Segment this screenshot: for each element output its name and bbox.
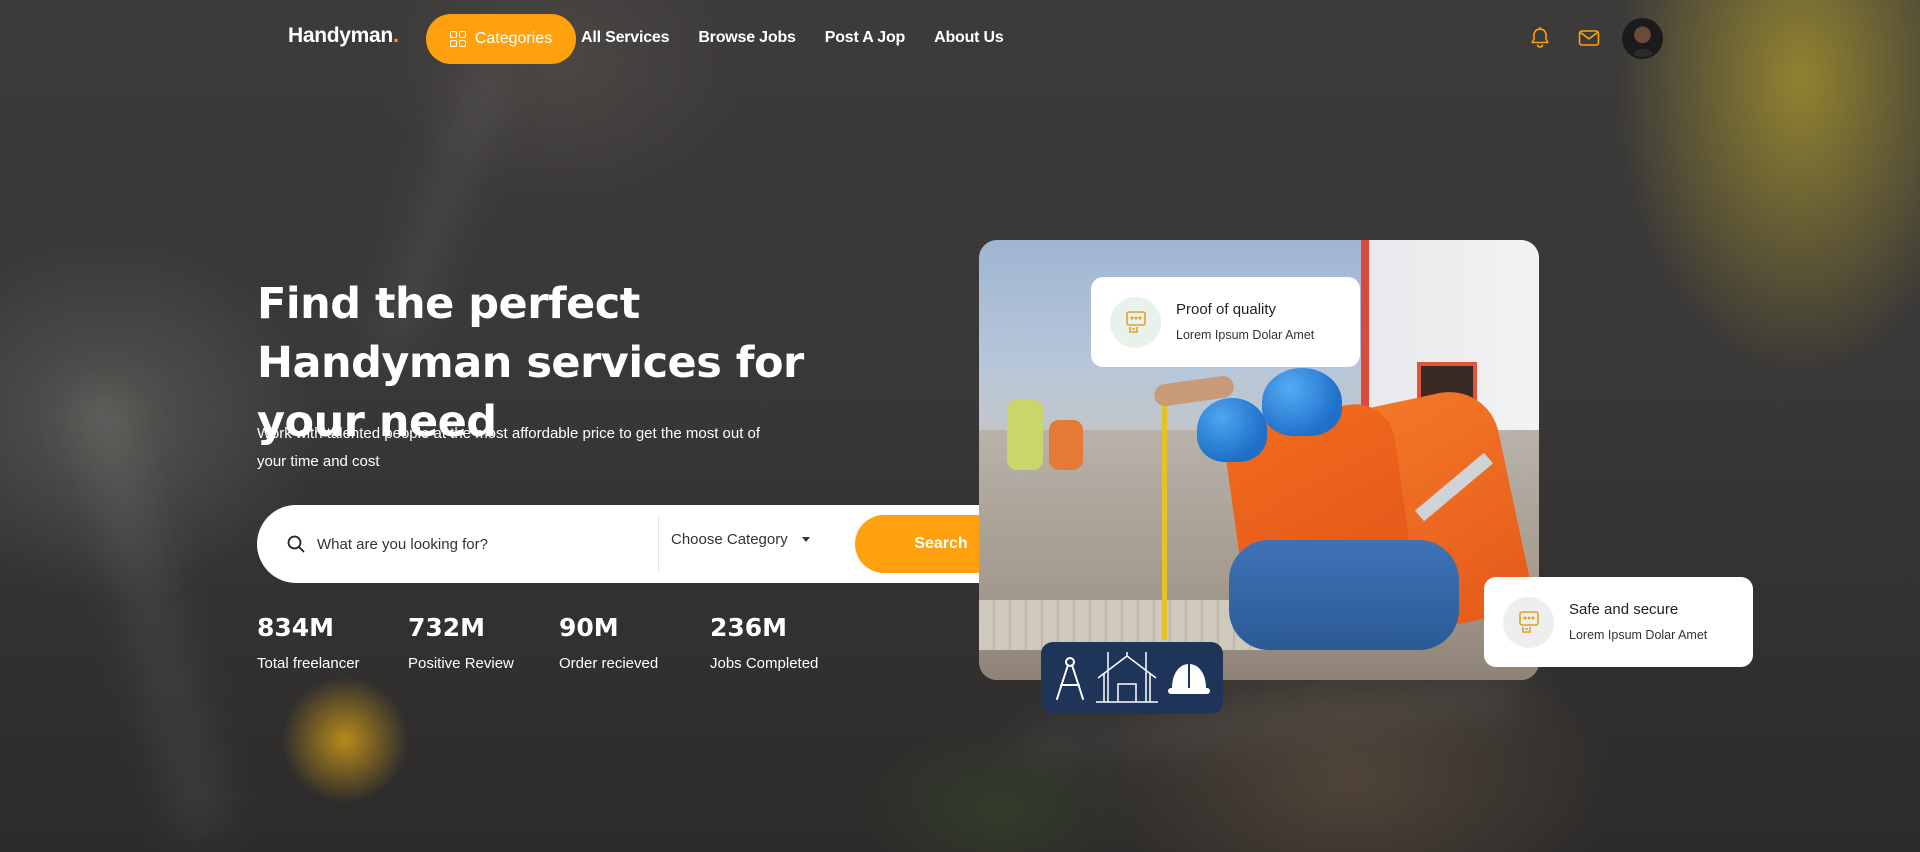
tools-badge [1041,642,1223,714]
certificate-icon [1110,296,1161,348]
stats-row: 834M Total freelancer 732M Positive Revi… [257,610,861,675]
stat-value: 732M [408,613,486,642]
search-input[interactable] [317,527,637,561]
card-subtitle: Lorem Ipsum Dolar Amet [1176,328,1315,342]
logo-dot: . [392,24,399,47]
nav-link-browse-jobs[interactable]: Browse Jobs [698,29,796,47]
stat-item: 834M Total freelancer [257,610,408,675]
card-subtitle: Lorem Ipsum Dolar Amet [1569,628,1708,642]
bell-icon[interactable] [1528,26,1552,50]
stat-value: 90M [559,613,619,642]
search-icon [287,535,305,553]
stat-item: 90M Order recieved [559,610,710,675]
category-select[interactable]: Choose Category [671,531,810,548]
stat-value: 834M [257,613,335,642]
feature-card-quality: Proof of quality Lorem Ipsum Dolar Amet [1091,277,1360,367]
certificate-icon [1503,596,1554,648]
stat-item: 236M Jobs Completed [710,610,861,675]
stat-value: 236M [710,613,788,642]
top-navbar: Handyman. Categories All Services Browse… [0,0,1920,78]
stat-label: Total freelancer [257,655,360,672]
grid-icon [449,31,466,47]
nav-link-about-us[interactable]: About Us [934,29,1004,47]
stat-item: 732M Positive Review [408,610,559,675]
logo-text: Handyman [288,24,393,47]
nav-link-all-services[interactable]: All Services [581,29,670,47]
categories-label: Categories [474,30,553,47]
categories-button[interactable]: Categories [426,14,576,64]
hard-hat-icon [1168,664,1210,694]
house-blueprint-icon [1096,652,1158,703]
nav-link-post-a-job[interactable]: Post A Jop [825,29,906,47]
card-title: Safe and secure [1569,601,1679,618]
brand-logo[interactable]: Handyman. [288,24,399,48]
stat-label: Order recieved [559,655,659,672]
category-select-label: Choose Category [671,531,788,548]
user-avatar[interactable] [1622,18,1663,59]
hero-subtitle: Work with talented people at the most af… [257,425,761,470]
stat-label: Jobs Completed [710,655,819,672]
caret-down-icon [801,537,810,542]
feature-card-secure: Safe and secure Lorem Ipsum Dolar Amet [1484,577,1753,667]
search-bar: Choose Category Search [257,505,1037,583]
search-divider [658,516,659,572]
compass-icon [1056,657,1084,700]
card-title: Proof of quality [1176,301,1277,318]
mail-icon[interactable] [1577,26,1601,50]
stat-label: Positive Review [408,655,514,672]
main-menu: All Services Browse Jobs Post A Jop Abou… [581,29,1004,47]
